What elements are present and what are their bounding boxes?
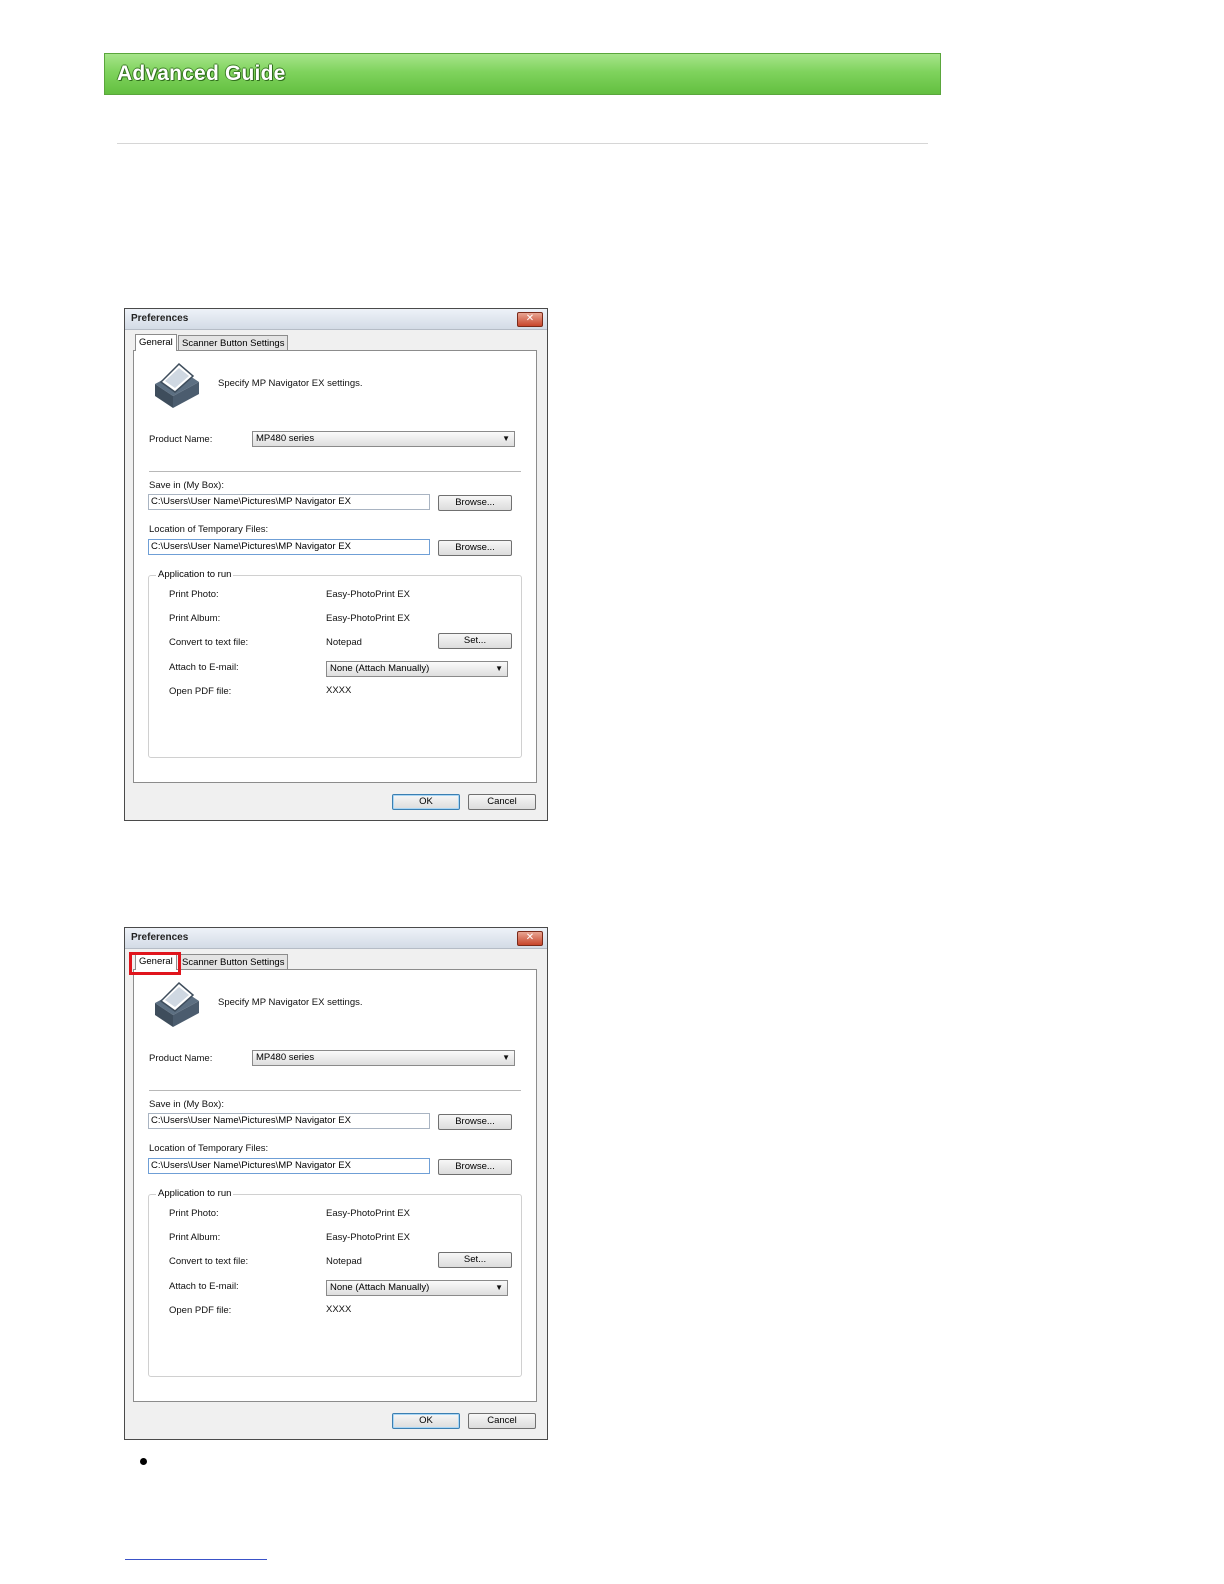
temp-files-field[interactable]: C:\Users\User Name\Pictures\MP Navigator… [148, 539, 430, 555]
print-album-value: Easy-PhotoPrint EX [326, 613, 410, 624]
tab-scanner-button-settings[interactable]: Scanner Button Settings [178, 335, 289, 351]
set-button[interactable]: Set... [438, 633, 512, 649]
print-photo-label: Print Photo: [169, 1208, 219, 1219]
open-pdf-label: Open PDF file: [169, 1305, 232, 1316]
ok-button[interactable]: OK [392, 794, 460, 810]
scanner-icon [155, 362, 199, 408]
browse-temp-files-button[interactable]: Browse... [438, 1159, 512, 1175]
product-name-value: MP480 series [256, 1052, 315, 1063]
attach-email-select[interactable]: None (Attach Manually) ▼ [326, 1280, 508, 1296]
close-icon[interactable]: ✕ [517, 312, 543, 327]
set-button[interactable]: Set... [438, 1252, 512, 1268]
preferences-dialog-highlighted: Preferences ✕ General Scanner Button Set… [124, 927, 548, 1440]
browse-save-in-button[interactable]: Browse... [438, 495, 512, 511]
print-album-value: Easy-PhotoPrint EX [326, 1232, 410, 1243]
save-in-label: Save in (My Box): [149, 1099, 224, 1110]
footer-link-underline [125, 1559, 267, 1560]
general-tab-panel: Specify MP Navigator EX settings. Produc… [133, 969, 537, 1402]
print-photo-label: Print Photo: [169, 589, 219, 600]
general-tab-highlight [129, 952, 181, 975]
convert-text-value: Notepad [326, 1256, 362, 1267]
open-pdf-value: XXXX [326, 685, 352, 696]
chevron-down-icon: ▼ [502, 434, 510, 443]
tab-general[interactable]: General [135, 334, 177, 351]
product-name-label: Product Name: [149, 1053, 213, 1064]
attach-email-value: None (Attach Manually) [330, 663, 430, 674]
guide-header-banner: Advanced Guide [104, 53, 941, 95]
application-to-run-group: Application to run Print Photo: Easy-Pho… [148, 1188, 522, 1377]
attach-email-select[interactable]: None (Attach Manually) ▼ [326, 661, 508, 677]
description-text: Specify MP Navigator EX settings. [218, 997, 363, 1008]
close-icon[interactable]: ✕ [517, 931, 543, 946]
browse-save-in-button[interactable]: Browse... [438, 1114, 512, 1130]
attach-email-label: Attach to E-mail: [169, 662, 239, 673]
dialog-title: Preferences [131, 313, 189, 324]
temp-files-field[interactable]: C:\Users\User Name\Pictures\MP Navigator… [148, 1158, 430, 1174]
general-tab-panel: Specify MP Navigator EX settings. Produc… [133, 350, 537, 783]
guide-title: Advanced Guide [117, 62, 286, 85]
group-title: Application to run [156, 1188, 234, 1199]
temp-files-label: Location of Temporary Files: [149, 524, 269, 535]
attach-email-label: Attach to E-mail: [169, 1281, 239, 1292]
cancel-button[interactable]: Cancel [468, 794, 536, 810]
convert-text-value: Notepad [326, 637, 362, 648]
browse-temp-files-button[interactable]: Browse... [438, 540, 512, 556]
temp-files-label: Location of Temporary Files: [149, 1143, 269, 1154]
convert-text-label: Convert to text file: [169, 637, 249, 648]
product-name-value: MP480 series [256, 433, 315, 444]
description-text: Specify MP Navigator EX settings. [218, 378, 363, 389]
save-in-label: Save in (My Box): [149, 480, 224, 491]
open-pdf-label: Open PDF file: [169, 686, 232, 697]
chevron-down-icon: ▼ [495, 1283, 503, 1292]
preferences-dialog: Preferences ✕ General Scanner Button Set… [124, 308, 548, 821]
cancel-button[interactable]: Cancel [468, 1413, 536, 1429]
open-pdf-value: XXXX [326, 1304, 352, 1315]
dialog-titlebar: Preferences ✕ [125, 309, 547, 330]
horizontal-divider [117, 143, 928, 144]
product-name-select[interactable]: MP480 series ▼ [252, 431, 515, 447]
print-photo-value: Easy-PhotoPrint EX [326, 1208, 410, 1219]
product-name-select[interactable]: MP480 series ▼ [252, 1050, 515, 1066]
print-photo-value: Easy-PhotoPrint EX [326, 589, 410, 600]
attach-email-value: None (Attach Manually) [330, 1282, 430, 1293]
scanner-icon [155, 981, 199, 1027]
bullet-point [140, 1458, 147, 1465]
group-title: Application to run [156, 569, 234, 580]
product-name-label: Product Name: [149, 434, 213, 445]
dialog-title: Preferences [131, 932, 189, 943]
section-separator [149, 471, 521, 473]
print-album-label: Print Album: [169, 1232, 221, 1243]
tab-scanner-button-settings[interactable]: Scanner Button Settings [178, 954, 289, 970]
chevron-down-icon: ▼ [502, 1053, 510, 1062]
save-in-field[interactable]: C:\Users\User Name\Pictures\MP Navigator… [148, 1113, 430, 1129]
save-in-field[interactable]: C:\Users\User Name\Pictures\MP Navigator… [148, 494, 430, 510]
section-separator [149, 1090, 521, 1092]
chevron-down-icon: ▼ [495, 664, 503, 673]
application-to-run-group: Application to run Print Photo: Easy-Pho… [148, 569, 522, 758]
print-album-label: Print Album: [169, 613, 221, 624]
convert-text-label: Convert to text file: [169, 1256, 249, 1267]
dialog-titlebar: Preferences ✕ [125, 928, 547, 949]
ok-button[interactable]: OK [392, 1413, 460, 1429]
